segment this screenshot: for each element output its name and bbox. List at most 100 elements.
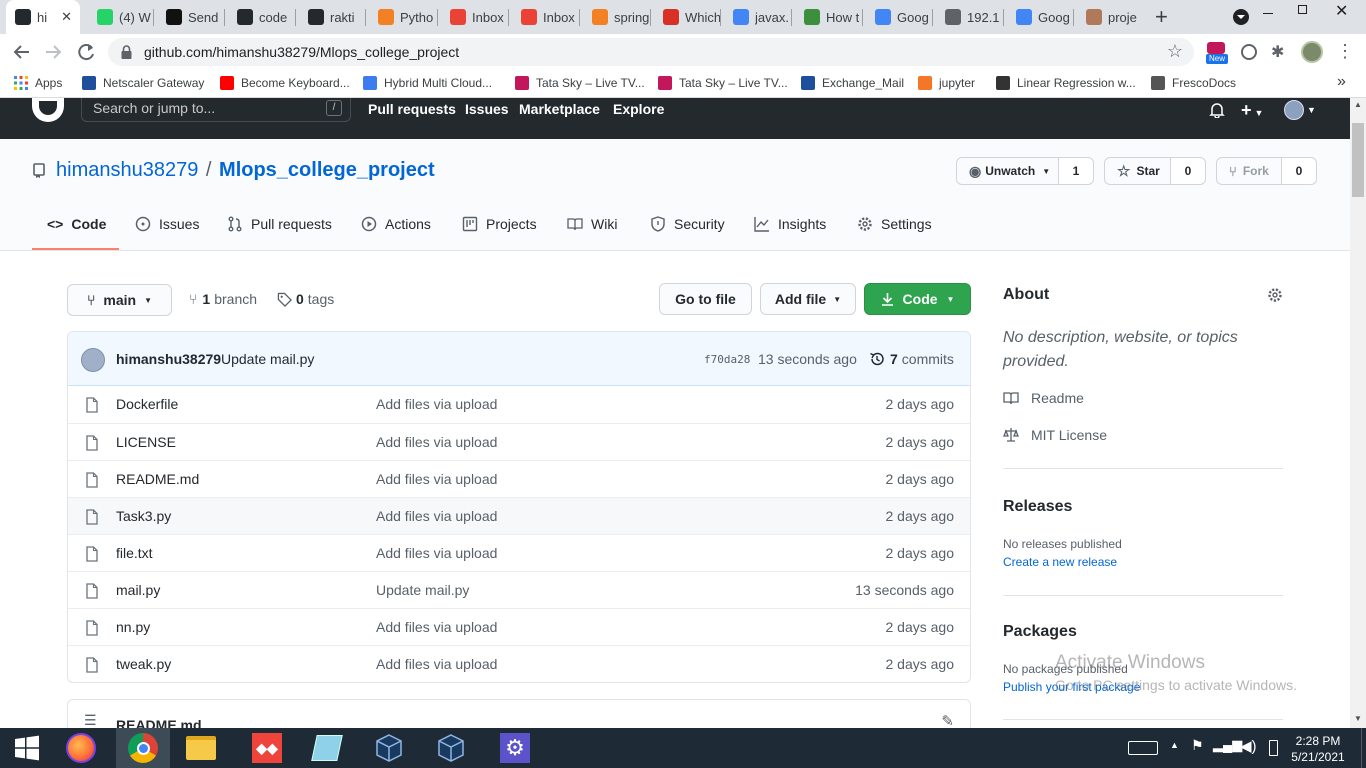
file-name-link[interactable]: nn.py — [116, 619, 150, 635]
close-tab-icon[interactable]: ✕ — [61, 9, 72, 25]
bookmark-item[interactable]: FrescoDocs — [1151, 76, 1236, 90]
file-name-link[interactable]: Task3.py — [116, 508, 171, 524]
browser-tab[interactable]: Which — [654, 0, 720, 34]
file-commit-message-link[interactable]: Add files via upload — [376, 508, 497, 524]
releases-heading[interactable]: Releases — [1003, 498, 1072, 516]
bookmark-star-icon[interactable]: ☆ — [1167, 41, 1183, 62]
browser-tab[interactable]: 192.1 — [936, 0, 1002, 34]
nav-explore[interactable]: Explore — [613, 101, 664, 117]
nav-issues[interactable]: Issues — [465, 101, 509, 117]
search-input[interactable]: Search or jump to... / — [81, 98, 351, 122]
file-commit-message-link[interactable]: Add files via upload — [376, 434, 497, 450]
bookmark-item[interactable]: Netscaler Gateway — [82, 76, 204, 90]
new-tab-button[interactable]: + — [1155, 4, 1168, 30]
settings-app-icon[interactable]: ⚙ — [488, 728, 542, 768]
file-row[interactable]: nn.py Add files via upload 2 days ago — [68, 608, 970, 645]
user-avatar[interactable]: ▼ — [1284, 100, 1316, 120]
browser-tab[interactable]: spring — [583, 0, 649, 34]
browser-tab[interactable]: (4) W — [88, 0, 154, 34]
bookmark-item[interactable]: Linear Regression w... — [996, 76, 1136, 90]
editor-app-icon[interactable] — [300, 728, 354, 768]
notifications-bell-icon[interactable] — [1209, 102, 1225, 118]
scroll-up-icon[interactable]: ▲ — [1354, 100, 1362, 109]
bookmark-item[interactable]: jupyter — [918, 76, 975, 90]
file-row[interactable]: README.md Add files via upload 2 days ago — [68, 460, 970, 497]
tab-issues[interactable]: Issues — [135, 216, 199, 232]
commit-message[interactable]: Update mail.py — [221, 351, 314, 367]
commit-author[interactable]: himanshu38279 — [116, 351, 221, 367]
browser-tab[interactable]: Pytho — [369, 0, 435, 34]
branches-link[interactable]: ⑂ 1 branch — [189, 291, 257, 307]
github-logo-icon[interactable] — [32, 98, 64, 122]
reload-icon[interactable] — [76, 42, 98, 62]
profile-avatar[interactable] — [1301, 41, 1323, 63]
packages-heading[interactable]: Packages — [1003, 623, 1077, 641]
firefox-icon[interactable] — [54, 728, 108, 768]
bookmark-item[interactable]: Apps — [14, 76, 62, 90]
file-row[interactable]: mail.py Update mail.py 13 seconds ago — [68, 571, 970, 608]
browser-tab[interactable]: code — [228, 0, 294, 34]
close-window-icon[interactable]: ✕ — [1335, 1, 1348, 21]
branch-select-button[interactable]: ⑂ main ▼ — [67, 284, 172, 316]
file-commit-message-link[interactable]: Update mail.py — [376, 582, 469, 598]
license-link[interactable]: MIT License — [1003, 427, 1107, 443]
scroll-down-icon[interactable]: ▼ — [1354, 714, 1362, 723]
back-icon[interactable] — [11, 42, 33, 62]
file-name-link[interactable]: tweak.py — [116, 656, 171, 672]
browser-tab[interactable]: proje — [1077, 0, 1143, 34]
browser-tab[interactable]: Inbox — [441, 0, 507, 34]
battery-icon[interactable] — [1269, 740, 1278, 756]
extension-new-icon[interactable]: New — [1206, 42, 1228, 64]
nav-pull-requests[interactable]: Pull requests — [368, 101, 456, 117]
file-explorer-icon[interactable] — [174, 728, 228, 768]
code-download-button[interactable]: Code ▼ — [864, 283, 971, 315]
browser-tab[interactable]: Goog — [866, 0, 932, 34]
repo-owner-link[interactable]: himanshu38279 — [56, 159, 198, 181]
bookmarks-more-icon[interactable]: » — [1337, 73, 1346, 91]
virtualbox-vm-icon[interactable] — [424, 728, 478, 768]
create-release-link[interactable]: Create a new release — [1003, 555, 1117, 569]
browser-tab[interactable]: Goog — [1007, 0, 1073, 34]
bookmark-item[interactable]: Become Keyboard... — [220, 76, 350, 90]
tab-actions[interactable]: Actions — [361, 216, 431, 232]
tab-search-icon[interactable] — [1233, 9, 1249, 25]
browser-tab[interactable]: Inbox — [512, 0, 578, 34]
tab-security[interactable]: Security — [650, 216, 725, 232]
minimize-icon[interactable] — [1263, 13, 1273, 14]
repo-name-link[interactable]: Mlops_college_project — [219, 159, 435, 181]
commits-link[interactable]: 7 commits — [869, 351, 954, 367]
forward-icon[interactable] — [42, 42, 64, 62]
volume-icon[interactable]: ◀) — [1240, 737, 1257, 755]
windows-start-icon[interactable] — [0, 728, 54, 768]
tab-projects[interactable]: Projects — [462, 216, 537, 232]
file-commit-message-link[interactable]: Add files via upload — [376, 545, 497, 561]
browser-tab[interactable]: Send — [157, 0, 223, 34]
add-file-button[interactable]: Add file ▼ — [760, 283, 856, 315]
file-name-link[interactable]: README.md — [116, 471, 199, 487]
fork-count[interactable]: 0 — [1281, 158, 1316, 184]
browser-tab[interactable]: rakti — [299, 0, 365, 34]
file-name-link[interactable]: file.txt — [116, 545, 153, 561]
file-row[interactable]: LICENSE Add files via upload 2 days ago — [68, 423, 970, 460]
star-button[interactable]: ☆ Star 0 — [1104, 157, 1206, 185]
tab-settings[interactable]: Settings — [857, 216, 932, 232]
fork-button[interactable]: ⑂ Fork 0 — [1216, 157, 1317, 185]
bookmark-item[interactable]: Hybrid Multi Cloud... — [363, 76, 492, 90]
tab-wiki[interactable]: Wiki — [567, 216, 617, 232]
tab-code[interactable]: <> Code — [47, 216, 106, 232]
tab-pull-requests[interactable]: Pull requests — [227, 216, 332, 232]
file-row[interactable]: Task3.py Add files via upload 2 days ago — [68, 497, 970, 534]
file-commit-message-link[interactable]: Add files via upload — [376, 656, 497, 672]
scrollbar-thumb[interactable] — [1352, 123, 1364, 197]
extensions-puzzle-icon[interactable]: ✱ — [1271, 42, 1284, 62]
file-row[interactable]: Dockerfile Add files via upload 2 days ago — [68, 386, 970, 423]
address-bar[interactable]: github.com/himanshu38279/Mlops_college_p… — [108, 38, 1194, 66]
watch-count[interactable]: 1 — [1059, 158, 1093, 184]
show-desktop-button[interactable] — [1361, 728, 1366, 768]
go-to-file-button[interactable]: Go to file — [659, 283, 752, 315]
nav-marketplace[interactable]: Marketplace — [519, 101, 600, 117]
file-row[interactable]: file.txt Add files via upload 2 days ago — [68, 534, 970, 571]
bookmark-item[interactable]: Exchange_Mail — [801, 76, 904, 90]
tags-link[interactable]: 0 tags — [277, 291, 334, 307]
file-name-link[interactable]: mail.py — [116, 582, 160, 598]
